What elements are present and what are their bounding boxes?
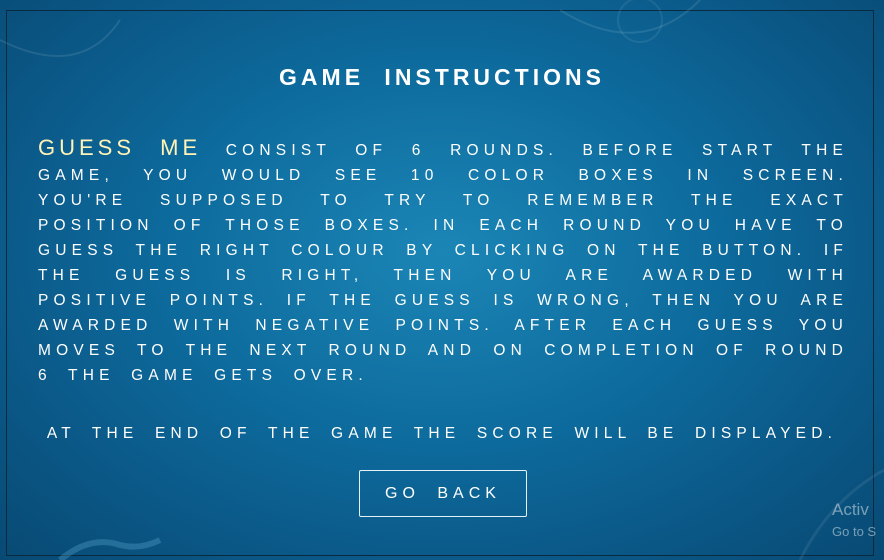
activation-watermark: Activ Go to S [832, 500, 876, 539]
instructions-text: consist of 6 rounds. Before start the ga… [38, 142, 849, 384]
watermark-line-1: Activ [832, 500, 869, 519]
page-title: GAME INSTRUCTIONS [279, 64, 605, 90]
instructions-paragraph: GUESS ME consist of 6 rounds. Before sta… [38, 135, 848, 388]
score-note: At the end of the game the score will be… [46, 425, 838, 442]
watermark-line-2: Go to S [832, 524, 877, 539]
game-name-highlight: GUESS ME [38, 135, 202, 160]
go-back-button[interactable]: GO BACK [359, 470, 527, 517]
